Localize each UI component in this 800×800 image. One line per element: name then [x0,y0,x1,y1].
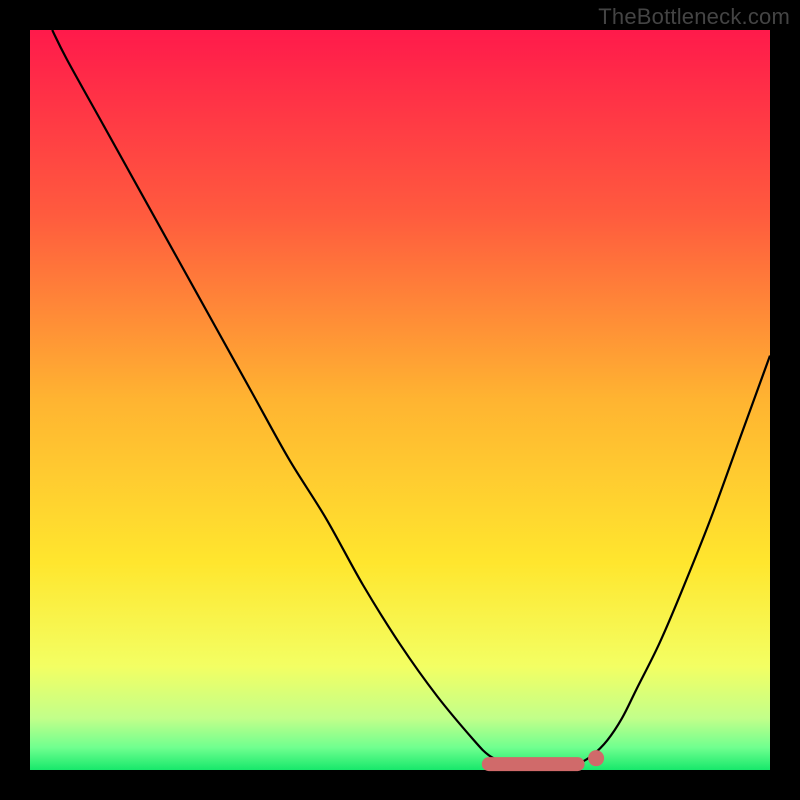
chart-svg [30,30,770,770]
optimal-zone-dot [588,750,604,766]
watermark-text: TheBottleneck.com [598,4,790,30]
bottleneck-curve [52,30,770,769]
plot-area [30,30,770,770]
